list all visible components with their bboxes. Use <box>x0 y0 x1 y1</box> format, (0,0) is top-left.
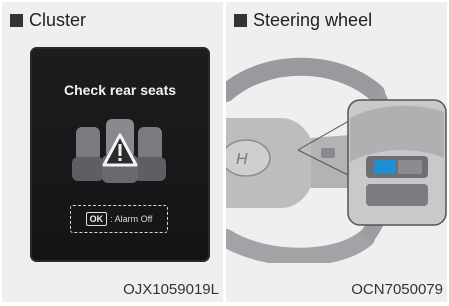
ok-button-glyph: OK <box>85 212 108 226</box>
cluster-message: Check rear seats <box>63 82 177 98</box>
steering-figure-code: OCN7050079 <box>351 281 443 298</box>
steering-wheel-illustration: H <box>226 57 447 263</box>
zoom-inset <box>347 99 447 226</box>
ok-alarm-off-hint: OK : Alarm Off <box>70 205 168 233</box>
cluster-screen: Check rear seats OK : Alarm Off <box>30 47 210 262</box>
highlighted-button-icon <box>374 160 396 174</box>
alarm-off-label: : Alarm Off <box>110 214 153 224</box>
steering-header: Steering wheel <box>234 10 372 31</box>
square-bullet-icon <box>10 14 23 27</box>
cluster-header: Cluster <box>10 10 86 31</box>
rear-seats-icon <box>72 119 166 183</box>
steering-header-label: Steering wheel <box>253 10 373 30</box>
square-bullet-icon <box>234 14 247 27</box>
cluster-header-label: Cluster <box>29 10 87 30</box>
steering-panel: Steering wheel H OCN7050079 <box>226 2 447 302</box>
cluster-panel: Cluster Check rear seats OK : Alarm Off <box>2 2 223 302</box>
cluster-figure-code: OJX1059019L <box>123 281 219 298</box>
svg-text:H: H <box>236 151 248 168</box>
